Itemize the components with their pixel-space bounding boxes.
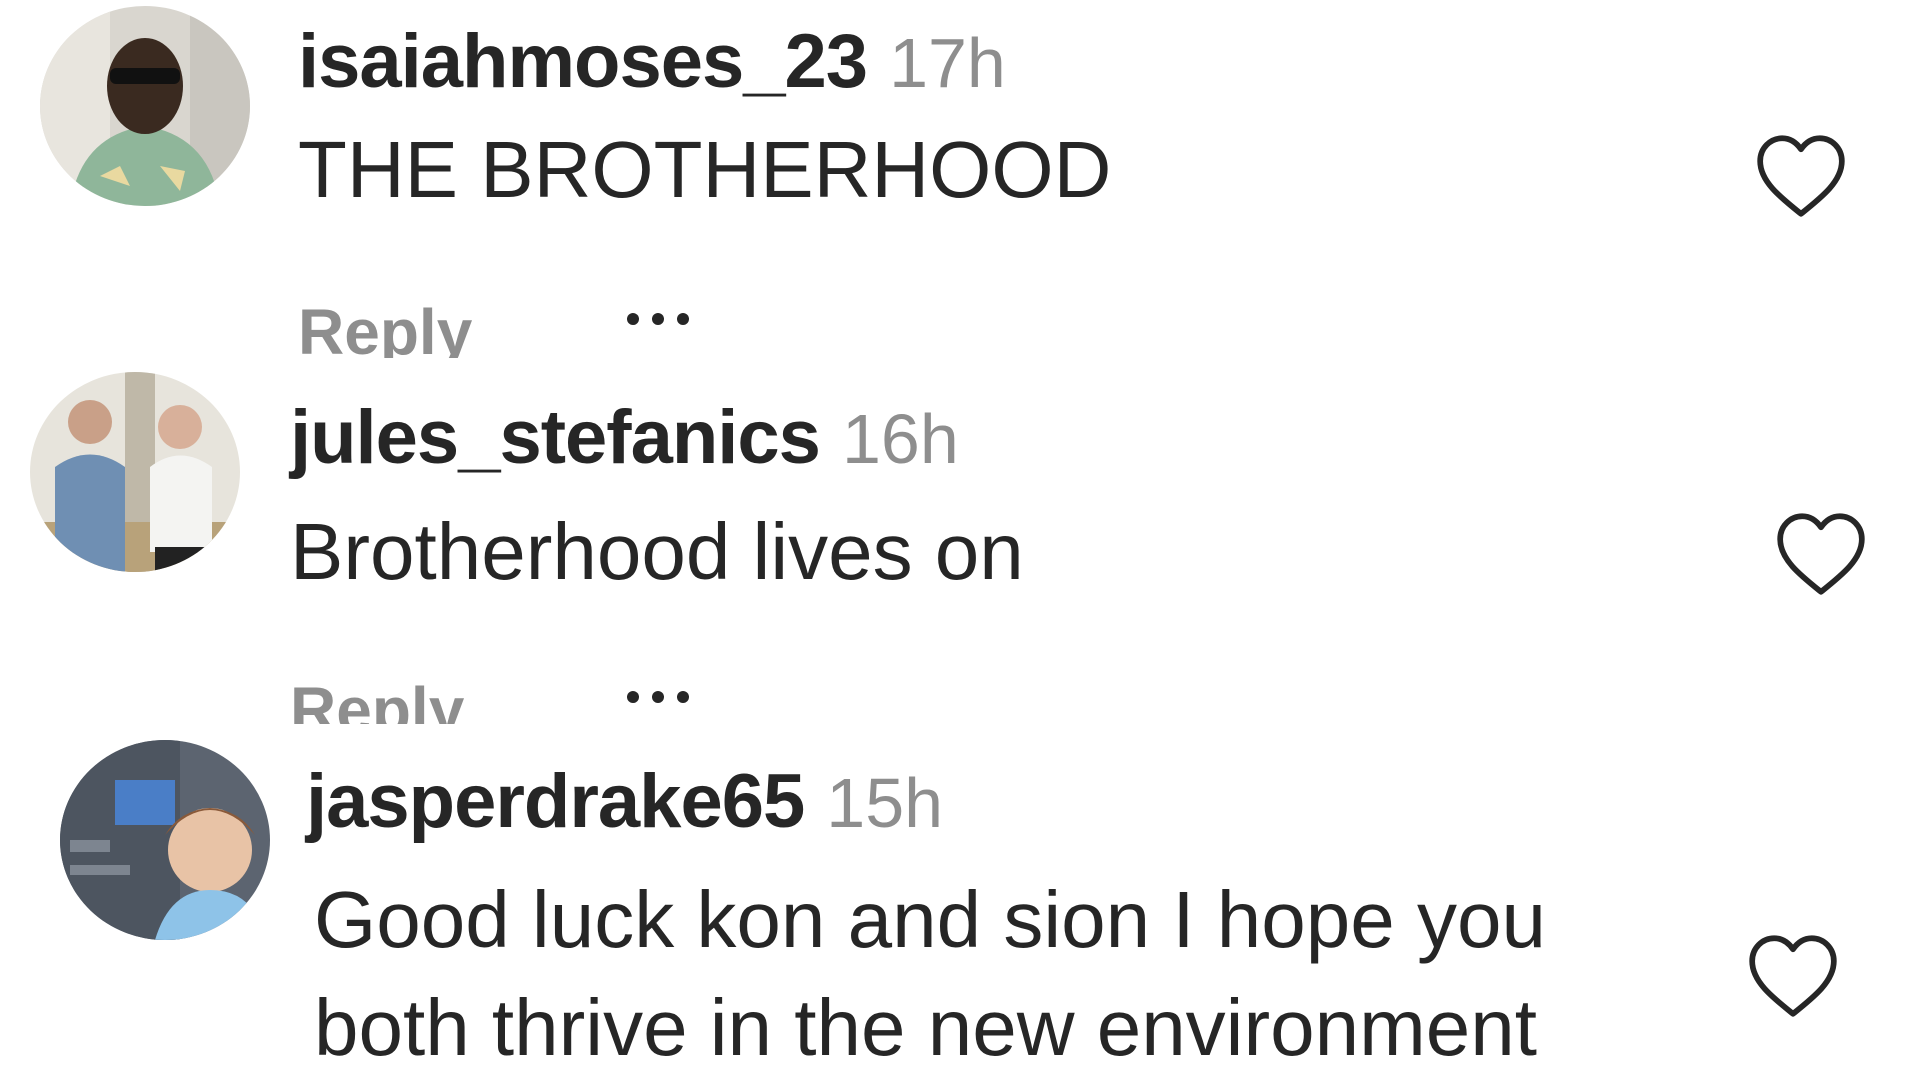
heart-outline-icon bbox=[1757, 135, 1845, 217]
comment-actions: Reply bbox=[298, 300, 702, 358]
comment-text: Good luck kon and sion I hope you both t… bbox=[314, 866, 1546, 1082]
more-options-icon[interactable] bbox=[626, 312, 702, 330]
reply-button[interactable]: Reply bbox=[298, 300, 472, 358]
timestamp[interactable]: 15h bbox=[826, 764, 943, 842]
heart-outline-icon bbox=[1777, 513, 1865, 595]
like-button[interactable] bbox=[1744, 930, 1842, 1020]
avatar[interactable] bbox=[30, 372, 240, 572]
user-avatar-photo-icon bbox=[40, 6, 250, 206]
comment-actions: Reply bbox=[290, 678, 702, 724]
reply-button[interactable]: Reply bbox=[290, 678, 464, 724]
comment-text-line: Brotherhood lives on bbox=[290, 507, 1024, 596]
user-avatar-photo-icon bbox=[30, 372, 240, 572]
username-link[interactable]: jules_stefanics bbox=[290, 395, 821, 480]
comment-text-line: both thrive in the new environment bbox=[314, 983, 1537, 1072]
user-avatar-photo-icon bbox=[60, 740, 270, 940]
like-button[interactable] bbox=[1772, 508, 1870, 598]
timestamp[interactable]: 16h bbox=[842, 400, 959, 478]
heart-outline-icon bbox=[1749, 935, 1837, 1017]
timestamp[interactable]: 17h bbox=[889, 24, 1006, 102]
comment-text: THE BROTHERHOOD bbox=[298, 122, 1111, 218]
comment-text: Brotherhood lives on bbox=[290, 504, 1024, 600]
username-link[interactable]: isaiahmoses_23 bbox=[298, 19, 868, 104]
username-link[interactable]: jasperdrake65 bbox=[306, 759, 805, 844]
comment-text-line: Good luck kon and sion I hope you bbox=[314, 875, 1546, 964]
avatar[interactable] bbox=[40, 6, 250, 206]
comment-header: jules_stefanics 16h bbox=[290, 400, 959, 476]
comment-header: isaiahmoses_23 17h bbox=[298, 24, 1006, 100]
more-options-icon[interactable] bbox=[626, 690, 702, 708]
comment-text-line: THE BROTHERHOOD bbox=[298, 125, 1112, 214]
comment-header: jasperdrake65 15h bbox=[306, 764, 943, 840]
avatar[interactable] bbox=[60, 740, 270, 940]
like-button[interactable] bbox=[1752, 130, 1850, 220]
